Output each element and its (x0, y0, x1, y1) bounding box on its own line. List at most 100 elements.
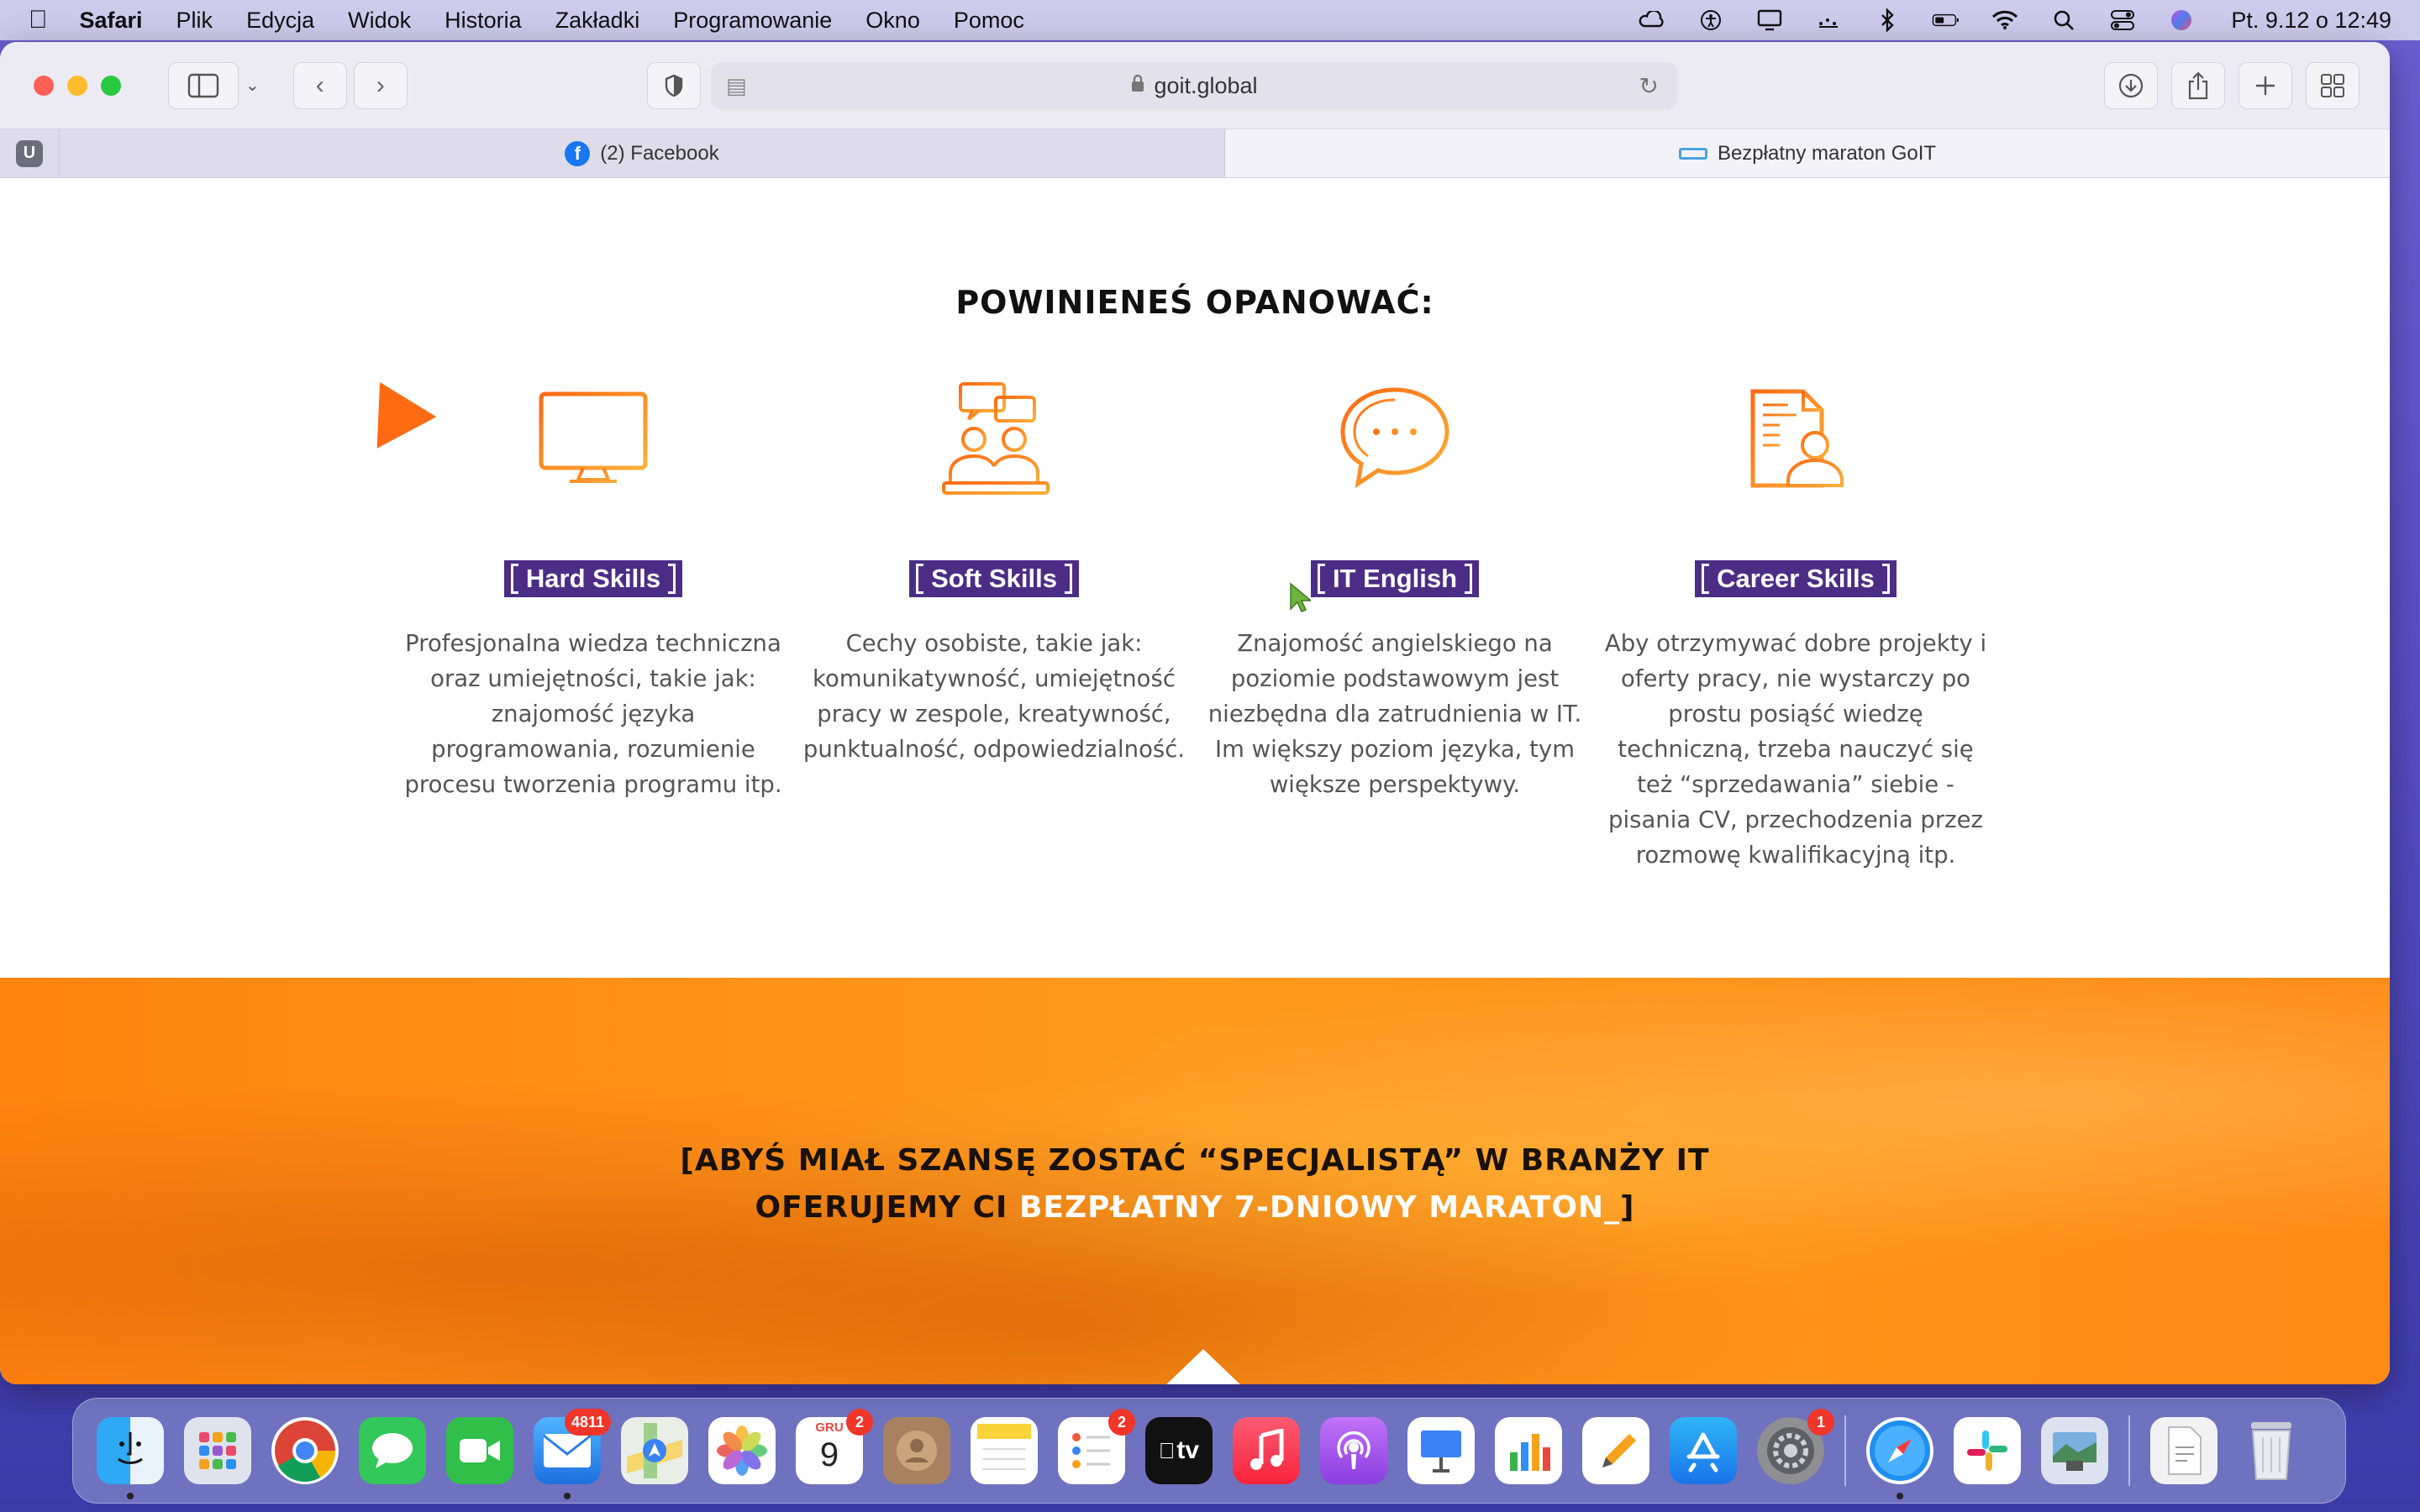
tab-facebook[interactable]: f (2) Facebook (59, 129, 1224, 177)
settings-badge: 1 (1807, 1409, 1834, 1436)
forward-button[interactable]: › (353, 61, 408, 109)
slack-icon[interactable] (1954, 1417, 2021, 1484)
reminders-icon[interactable]: 2 (1058, 1409, 1135, 1484)
skill-desc-soft: Cechy osobiste, takie jak: komunikatywno… (802, 630, 1186, 763)
pinned-tab-u[interactable]: U (0, 129, 59, 177)
mail-icon[interactable]: 4811 (534, 1409, 611, 1499)
dock-separator-2 (2128, 1415, 2130, 1486)
numbers-icon[interactable] (1495, 1417, 1562, 1484)
downloads-button[interactable] (2104, 62, 2158, 109)
tab-goit-marathon[interactable]: Bezpłatny maraton GoIT (1224, 129, 2390, 177)
grid-icon (2321, 74, 2344, 97)
menu-bar:  Safari Plik Edycja Widok Historia Zakł… (0, 0, 2420, 40)
pages-icon[interactable] (1582, 1417, 1649, 1484)
banner-highlight[interactable]: BEZPŁATNY 7-DNIOWY MARATON_ (1019, 1190, 1620, 1225)
status-area: Pt. 9.12 o 12:49 (1638, 8, 2391, 34)
podcasts-icon[interactable] (1320, 1417, 1387, 1484)
menu-app-safari[interactable]: Safari (80, 8, 143, 34)
new-tab-button[interactable] (2238, 62, 2292, 109)
menu-plik[interactable]: Plik (176, 8, 213, 34)
trash-icon[interactable] (2238, 1417, 2305, 1484)
apple-menu-icon[interactable]:  (29, 6, 48, 34)
tab-goit-label: Bezpłatny maraton GoIT (1717, 141, 1937, 165)
safari-window: ⌄ ‹ › ▤ goit.global ↻ U f (2) Facebook B… (0, 42, 2390, 1384)
web-page: POWINIENEŚ OPANOWAĆ: Hard Skills Profesj… (0, 179, 2390, 1384)
music-icon[interactable] (1233, 1417, 1300, 1484)
sidebar-icon (187, 73, 219, 97)
menu-edycja[interactable]: Edycja (246, 8, 314, 34)
menu-zakladki[interactable]: Zakładki (555, 8, 640, 34)
toolbar-right-buttons (2104, 62, 2360, 109)
facetime-icon[interactable] (446, 1417, 513, 1484)
battery-icon[interactable] (1932, 8, 1960, 32)
calendar-month: GRU (815, 1420, 844, 1435)
mouse-cursor-icon (1290, 582, 1311, 612)
document-stack-icon[interactable] (2150, 1417, 2217, 1484)
u-favicon-icon: U (16, 139, 43, 167)
apple-tv-icon[interactable]: tv (1145, 1417, 1213, 1484)
menu-pomoc[interactable]: Pomoc (954, 8, 1024, 34)
notes-icon[interactable] (971, 1417, 1038, 1484)
safari-icon[interactable] (1866, 1417, 1933, 1499)
calendar-icon[interactable]: GRU 9 2 (796, 1409, 873, 1484)
messages-icon[interactable] (359, 1417, 426, 1484)
app-store-icon[interactable] (1670, 1417, 1737, 1484)
control-center-icon[interactable] (2108, 8, 2137, 32)
apple-tv-label: tv (1168, 1436, 1199, 1464)
calendar-badge: 2 (846, 1409, 873, 1436)
reminders-badge: 2 (1108, 1409, 1135, 1436)
menu-historia[interactable]: Historia (445, 8, 522, 34)
skill-label-english: IT English (1310, 560, 1480, 597)
system-preferences-icon[interactable]: 1 (1757, 1409, 1834, 1484)
dock-separator (1844, 1415, 1846, 1486)
privacy-shield-button[interactable] (647, 62, 701, 109)
people-chat-icon (801, 381, 1187, 498)
zoom-window-button[interactable] (101, 75, 121, 96)
banner-line-2-prefix: OFERUJEMY CI (755, 1190, 1019, 1225)
display-icon[interactable] (1755, 8, 1784, 32)
sidebar-toggle-button[interactable] (168, 61, 239, 109)
keynote-icon[interactable] (1407, 1417, 1475, 1484)
monitor-icon (400, 381, 786, 498)
reader-mode-icon[interactable]: ▤ (726, 73, 747, 99)
accessibility-icon[interactable] (1697, 8, 1725, 32)
resume-person-icon (1602, 381, 1989, 498)
calendar-day: 9 (819, 1436, 839, 1473)
plus-icon (2256, 76, 2275, 95)
tab-overview-button[interactable] (2306, 62, 2360, 109)
menu-okno[interactable]: Okno (865, 8, 920, 34)
skill-card-english: IT English Znajomość angielskiego na poz… (1202, 381, 1588, 802)
menu-programowanie[interactable]: Programowanie (673, 8, 832, 34)
navigation-buttons: ‹ › (292, 61, 408, 109)
siri-icon[interactable] (2167, 8, 2196, 32)
spotlight-search-icon[interactable] (2049, 8, 2078, 32)
finder-icon[interactable] (97, 1417, 164, 1499)
address-bar[interactable]: ▤ goit.global ↻ (711, 62, 1677, 109)
minimize-window-button[interactable] (67, 75, 87, 96)
chevron-down-icon[interactable]: ⌄ (245, 75, 260, 96)
bluetooth-icon[interactable] (1873, 8, 1902, 32)
maps-icon[interactable] (621, 1417, 688, 1484)
back-button[interactable]: ‹ (292, 61, 347, 109)
skill-desc-hard: Profesjonalna wiedza techniczna oraz umi… (404, 630, 782, 798)
launchpad-icon[interactable] (184, 1417, 251, 1484)
tab-bar: U f (2) Facebook Bezpłatny maraton GoIT (0, 129, 2390, 178)
preview-icon[interactable] (2041, 1417, 2108, 1484)
contacts-icon[interactable] (883, 1417, 950, 1484)
chevron-right-icon: › (376, 71, 385, 99)
marathon-banner: [ABYŚ MIAŁ SZANSĘ ZOSTAĆ “SPECJALISTĄ” W… (0, 978, 2390, 1384)
share-button[interactable] (2171, 62, 2225, 109)
wifi-icon[interactable] (1991, 8, 2019, 32)
chrome-icon[interactable] (271, 1417, 339, 1484)
menu-clock[interactable]: Pt. 9.12 o 12:49 (2231, 8, 2391, 34)
dotted-status-icon[interactable] (1814, 8, 1843, 32)
menu-widok[interactable]: Widok (348, 8, 411, 34)
banner-notch (1161, 1349, 1245, 1384)
skill-label-hard: Hard Skills (503, 560, 683, 597)
photos-icon[interactable] (708, 1417, 776, 1484)
banner-line-2-suffix: ] (1620, 1190, 1635, 1225)
close-window-button[interactable] (34, 75, 54, 96)
reload-icon[interactable]: ↻ (1639, 72, 1659, 100)
creative-cloud-icon[interactable] (1638, 8, 1666, 32)
finder-running-indicator (127, 1493, 134, 1499)
